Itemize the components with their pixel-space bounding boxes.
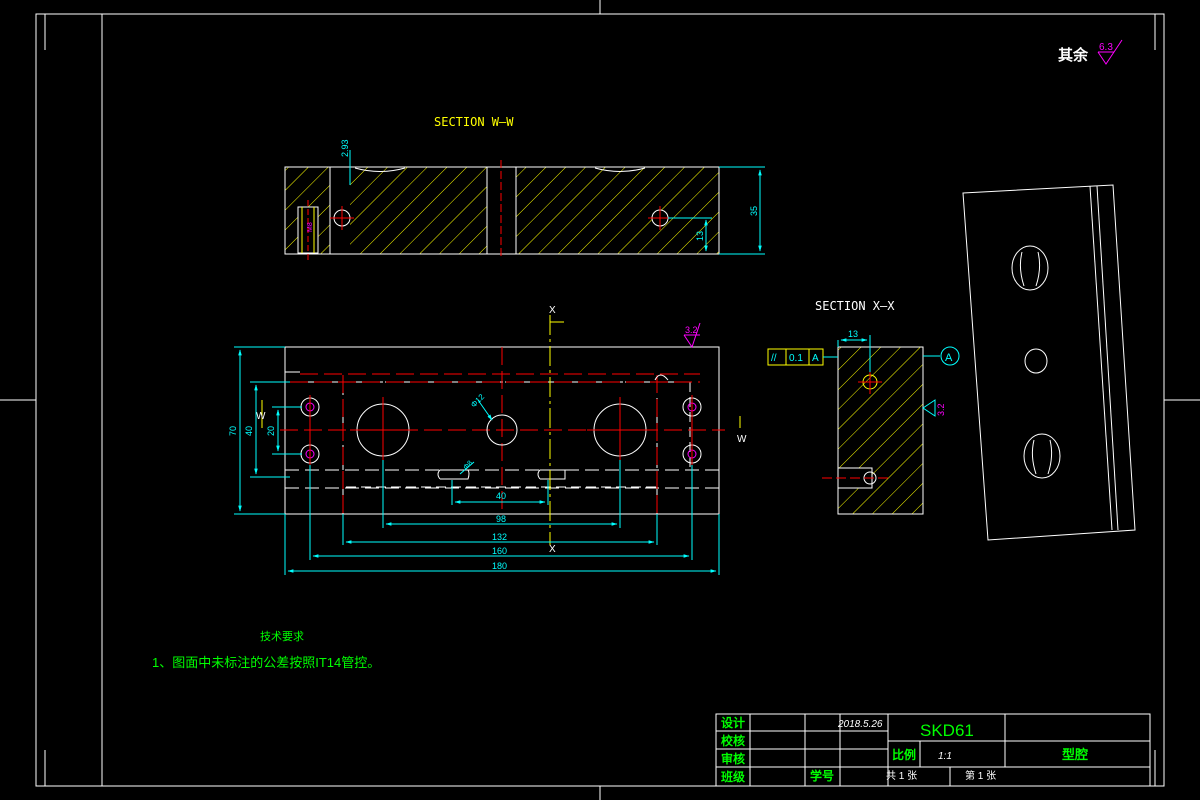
tb-check-label: 校核 [721, 733, 745, 748]
section-ww-dim-13: 13 [695, 231, 705, 241]
main-view: Φ12 Φ8 X X W W 3.2 70 40 20 40 98 132 16… [228, 305, 747, 575]
datum-a: A [923, 346, 960, 366]
main-view-rough-32: 3.2 [685, 325, 698, 335]
cut-x-top-label: X [549, 305, 556, 316]
section-ww-m8-label: M8 [307, 222, 314, 232]
tb-material: SKD61 [920, 721, 974, 740]
section-xx-view: SECTION X—X 13 // 0.1 A A 3.2 [767, 299, 960, 515]
tb-scale-label: 比例 [892, 747, 916, 762]
bore-hole-left [350, 397, 416, 463]
roughness-label: 其余 [1058, 46, 1089, 64]
notes-line-1: 1、图面中未标注的公差按照IT14管控。 [152, 655, 380, 670]
tol-datum: A [812, 353, 819, 364]
tb-total-sheets: 共 1 张 [886, 770, 917, 782]
section-xx-rough-32: 3.2 [936, 403, 946, 416]
section-ww-dim-35: 35 [749, 206, 759, 216]
technical-notes: 技术要求 1、图面中未标注的公差按照IT14管控。 [152, 630, 380, 670]
section-xx-title: SECTION X—X [815, 299, 895, 313]
tol-symbol: // [771, 353, 777, 364]
bore-hole-right [587, 397, 653, 463]
section-xx-roughness: 3.2 [922, 399, 946, 417]
cut-w-right-label: W [737, 434, 747, 445]
main-view-dim-40: 40 [244, 426, 254, 436]
cut-x-bottom-label: X [549, 544, 556, 555]
main-view-roughness: 3.2 [683, 322, 701, 349]
section-ww-title: SECTION W—W [434, 115, 514, 129]
sheet-frame [0, 0, 1200, 800]
main-view-dim-40-horizontal: 40 [496, 491, 506, 501]
tb-scale-value: 1:1 [938, 751, 952, 762]
tolerance-frame: // 0.1 A [767, 348, 838, 366]
section-xx-dim-13: 13 [848, 329, 858, 339]
cut-w-left-label: W [256, 411, 266, 422]
main-view-dia-12: Φ12 [469, 392, 487, 410]
tb-part-name: 型腔 [1062, 747, 1088, 762]
main-view-dim-132: 132 [492, 532, 507, 542]
main-view-dim-180: 180 [492, 561, 507, 571]
roughness-value: 6.3 [1099, 42, 1113, 53]
section-xx-hatch [837, 346, 924, 515]
tb-review-label: 审核 [721, 751, 745, 766]
tol-value: 0.1 [789, 353, 803, 364]
isometric-view [962, 184, 1136, 541]
main-view-dim-20: 20 [266, 426, 276, 436]
tb-date: 2018.5.26 [837, 719, 883, 730]
section-ww-view: SECTION W—W M8 2.93 35 13 [284, 115, 765, 260]
general-roughness: 其余 6.3 [1058, 39, 1123, 65]
main-view-dim-160: 160 [492, 546, 507, 556]
tb-class-label: 班级 [721, 769, 745, 784]
section-ww-dim-2-93: 2.93 [340, 139, 350, 157]
tb-student-no-label: 学号 [810, 768, 834, 783]
datum-a-label: A [945, 352, 953, 364]
section-ww-hatch-right [516, 167, 719, 254]
main-view-dim-70: 70 [228, 426, 238, 436]
main-view-dimensions [234, 346, 720, 575]
cad-drawing: 其余 6.3 SECTION W—W M8 2.93 35 13 Φ12 Φ8 … [0, 0, 1200, 800]
main-view-dim-98: 98 [496, 514, 506, 524]
notes-heading: 技术要求 [260, 630, 304, 643]
tb-sheet-no: 第 1 张 [965, 769, 996, 782]
tb-design-label: 设计 [721, 715, 745, 730]
